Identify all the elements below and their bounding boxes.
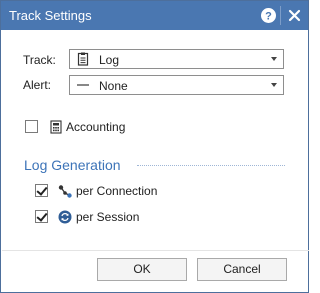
titlebar-divider — [280, 6, 281, 25]
section-divider — [137, 165, 285, 166]
session-cycle-icon — [58, 210, 72, 224]
chevron-down-icon — [271, 57, 277, 61]
ok-button[interactable]: OK — [97, 258, 187, 281]
track-label: Track: — [23, 53, 56, 67]
track-settings-dialog: Track Settings ? Track: Log Alert: None … — [0, 0, 309, 293]
accounting-checkbox[interactable] — [25, 120, 38, 133]
accounting-label: Accounting — [66, 120, 126, 134]
per-session-checkbox[interactable] — [35, 210, 48, 223]
cancel-button[interactable]: Cancel — [197, 258, 287, 281]
per-session-label: per Session — [76, 210, 140, 224]
alert-value: None — [99, 79, 128, 93]
title-bar: Track Settings ? — [1, 1, 308, 30]
per-connection-label: per Connection — [76, 184, 158, 198]
log-document-icon — [76, 52, 90, 66]
close-icon[interactable] — [285, 6, 304, 25]
accounting-calculator-icon — [49, 120, 63, 134]
connection-nodes-icon — [58, 184, 72, 198]
chevron-down-icon — [271, 83, 277, 87]
log-generation-heading: Log Generation — [24, 157, 121, 173]
alert-dropdown[interactable]: None — [69, 75, 284, 95]
per-connection-checkbox[interactable] — [35, 184, 48, 197]
dialog-title: Track Settings — [9, 8, 92, 23]
svg-text:?: ? — [265, 11, 272, 23]
track-value: Log — [99, 53, 120, 67]
alert-label: Alert: — [23, 78, 52, 92]
help-icon[interactable]: ? — [259, 6, 278, 25]
none-dash-icon — [76, 78, 90, 92]
track-dropdown[interactable]: Log — [69, 49, 284, 69]
footer-divider — [2, 250, 309, 251]
